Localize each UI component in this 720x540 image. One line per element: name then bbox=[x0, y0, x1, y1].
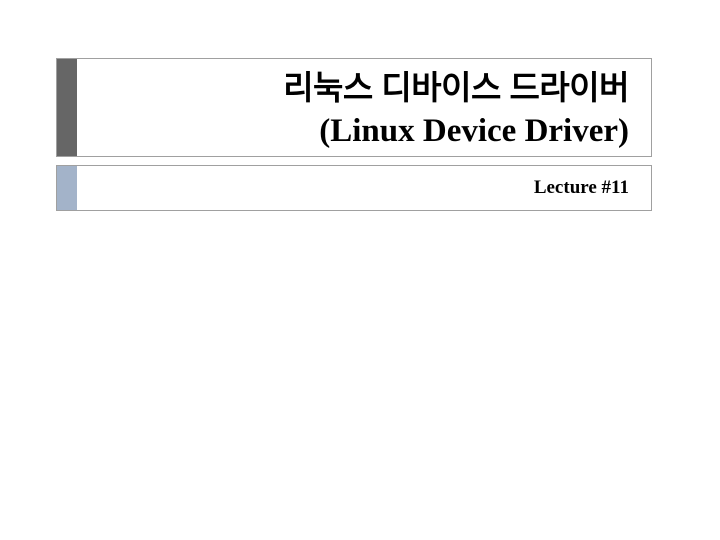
subtitle-text: Lecture #11 bbox=[534, 177, 629, 199]
title-line-1: 리눅스 디바이스 드라이버 bbox=[283, 67, 629, 110]
subtitle-accent-bar bbox=[57, 166, 77, 210]
title-accent-bar bbox=[57, 59, 77, 156]
subtitle-text-container: Lecture #11 bbox=[77, 166, 651, 210]
title-text-container: 리눅스 디바이스 드라이버 (Linux Device Driver) bbox=[77, 59, 651, 156]
title-line-2: (Linux Device Driver) bbox=[319, 110, 629, 153]
subtitle-block: Lecture #11 bbox=[56, 165, 652, 211]
title-block: 리눅스 디바이스 드라이버 (Linux Device Driver) bbox=[56, 58, 652, 157]
